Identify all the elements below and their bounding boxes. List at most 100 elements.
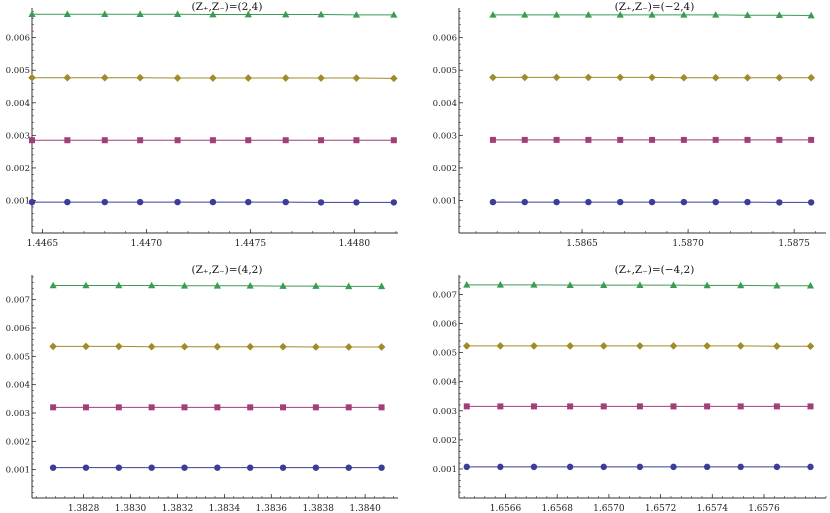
data-point [318, 137, 325, 144]
data-point [282, 137, 289, 144]
series-1 [463, 463, 814, 471]
data-point [312, 464, 320, 471]
data-point [279, 464, 287, 471]
data-point [599, 342, 608, 350]
data-point [50, 404, 57, 411]
data-point [100, 73, 109, 82]
data-point [244, 74, 253, 82]
data-point [497, 403, 504, 410]
data-point [711, 73, 720, 82]
data-point [317, 199, 325, 206]
data-point [617, 198, 624, 206]
data-point [530, 463, 538, 471]
data-point [617, 136, 624, 143]
y-tick-label: 0.004 [433, 99, 457, 109]
x-tick-label: 1.6566 [490, 504, 522, 513]
data-point [807, 403, 814, 410]
data-point [345, 404, 352, 411]
y-tick-label: 0.004 [6, 99, 30, 109]
data-point [82, 464, 90, 471]
data-point [82, 342, 90, 351]
data-point [281, 74, 290, 82]
data-point [28, 198, 36, 206]
data-point [214, 404, 221, 411]
x-tick-label: 1.6568 [541, 504, 573, 513]
data-point [776, 199, 783, 206]
data-point [566, 342, 574, 350]
data-point [148, 404, 155, 411]
series-2 [463, 403, 814, 410]
y-tick-label: 0.003 [433, 131, 457, 141]
data-point [312, 343, 320, 351]
series-2 [29, 137, 397, 144]
x-tick-label: 1.4475 [235, 239, 267, 249]
data-point [520, 73, 529, 82]
data-point [115, 464, 123, 471]
data-point [312, 404, 319, 411]
data-point [712, 198, 719, 206]
series-3 [462, 342, 815, 351]
data-point [736, 342, 745, 350]
data-point [806, 342, 815, 351]
y-tick-label: 0.006 [6, 324, 30, 334]
data-point [181, 464, 188, 471]
data-point [553, 198, 560, 206]
x-tick-label: 1.6570 [593, 504, 625, 513]
data-point [148, 464, 155, 471]
y-tick-label: 0.004 [6, 381, 30, 391]
data-point [584, 73, 593, 82]
y-tick-label: 0.006 [433, 320, 457, 330]
series-3 [28, 73, 398, 83]
chart-panel-2: 1.5865 1.5870 1.5875 0.001 0.002 0.003 0.004 0.… [433, 1, 826, 249]
data-point [213, 342, 222, 351]
data-point [552, 73, 561, 82]
x-tick-label: 1.5870 [672, 239, 704, 249]
data-point [489, 136, 496, 143]
data-point [147, 342, 156, 351]
data-point [247, 404, 254, 411]
data-point [521, 198, 528, 206]
data-point [377, 282, 386, 290]
data-point [136, 198, 144, 206]
data-point [775, 73, 784, 82]
y-tick-label: 0.005 [6, 66, 30, 76]
data-point [776, 136, 783, 143]
series-4 [463, 281, 815, 289]
data-point [530, 403, 537, 410]
data-point [209, 137, 216, 144]
data-point [209, 198, 217, 206]
y-tick-label: 0.002 [433, 436, 457, 446]
series-1 [28, 198, 398, 206]
data-point [63, 73, 72, 82]
x-tick-label: 1.3834 [209, 504, 241, 513]
data-point [489, 73, 497, 82]
y-tick-label: 0.003 [6, 131, 30, 141]
x-tick-label: 1.4465 [27, 239, 59, 249]
y-tick-label: 0.003 [6, 409, 30, 419]
data-point [808, 136, 815, 143]
data-point [600, 463, 607, 471]
data-point [773, 463, 781, 471]
data-point [807, 199, 815, 206]
data-point [496, 342, 505, 350]
data-point [463, 403, 470, 410]
data-point [636, 463, 644, 471]
y-tick-label: 0.004 [433, 378, 457, 388]
series-1 [49, 464, 385, 471]
data-point [82, 404, 89, 411]
data-point [530, 342, 538, 350]
data-point [648, 198, 656, 206]
data-point [345, 464, 352, 471]
chart-panel-4: 1.6566 1.6568 1.6570 1.6572 1.6574 1.6576 0.00… [433, 264, 827, 513]
x-tick-label: 1.3832 [162, 504, 194, 513]
x-tick-label: 1.3840 [349, 504, 381, 513]
chart-title: (Z₊,Z₋)=(−4,2) [615, 264, 695, 276]
data-point [703, 342, 711, 350]
data-point [712, 136, 719, 143]
data-point [378, 464, 385, 471]
series-3 [489, 73, 815, 82]
x-tick-label: 1.4470 [131, 239, 163, 249]
data-point [49, 464, 57, 471]
series-3 [49, 342, 386, 351]
series-1 [489, 198, 815, 206]
